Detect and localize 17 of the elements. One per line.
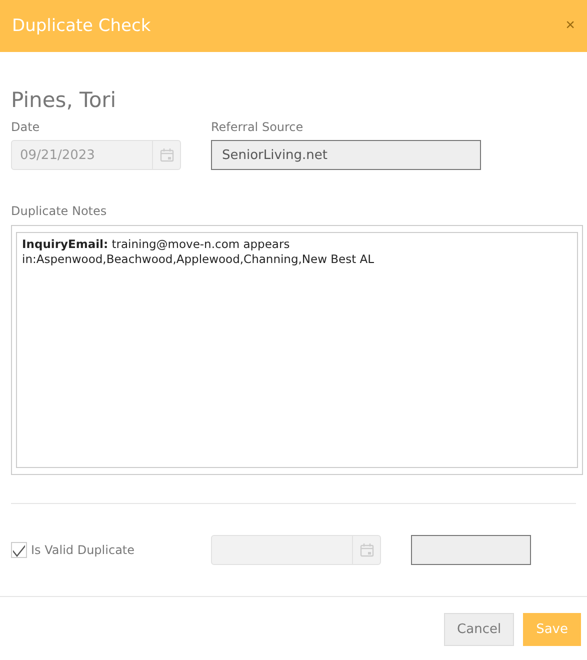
calendar-icon [160,148,174,162]
text-field[interactable] [411,535,531,565]
checkbox-label: Is Valid Duplicate [31,543,135,557]
date-field[interactable] [211,535,381,565]
referral-source-field[interactable]: SeniorLiving.net [211,140,481,170]
cancel-button[interactable]: Cancel [444,613,514,646]
calendar-icon [360,543,374,557]
person-name: Pines, Tori [11,88,118,112]
notes-text: InquiryEmail: training@move-n.com appears in:Aspenwood,Beachwood,Applewood,Channing,New Best AL [22,237,374,266]
field-label: Referral Source [211,120,304,134]
checkbox[interactable] [11,542,27,558]
dialog-title: Duplicate Check [12,16,151,36]
field-label: Date [11,120,41,134]
notes-field[interactable]: InquiryEmail: training@move-n.com appears in:Aspenwood,Beachwood,Applewood,Channing,New Best AL [16,232,578,468]
field-label: Duplicate Notes [11,204,107,218]
checkmark-icon [12,544,26,557]
close-button[interactable]: × [566,17,575,35]
